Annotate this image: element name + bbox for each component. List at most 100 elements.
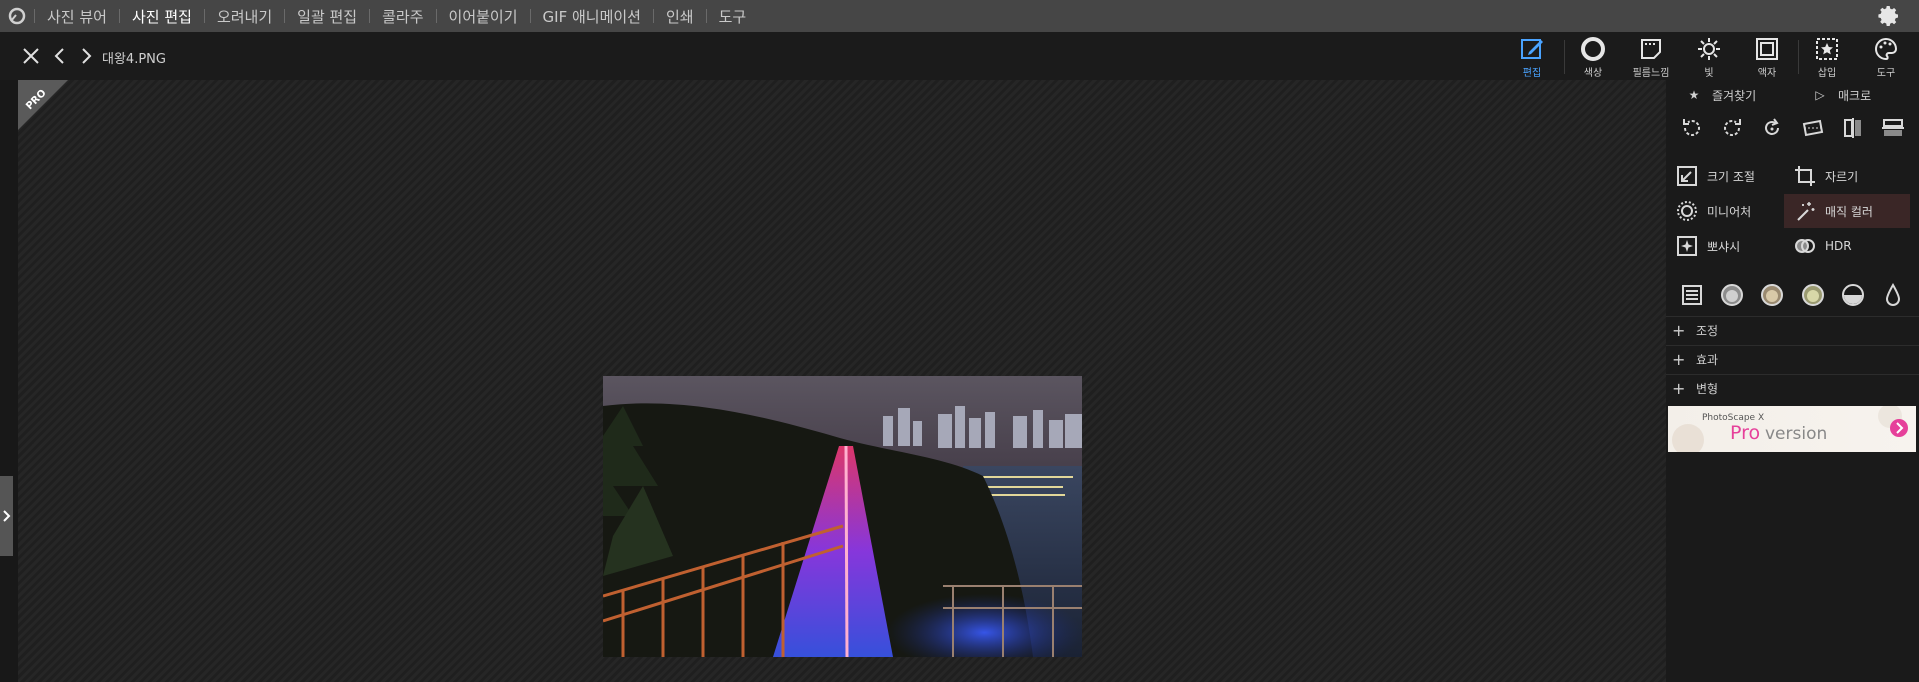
hdr-button[interactable]: HDR <box>1784 229 1904 263</box>
flip-vertical-icon <box>1881 119 1904 136</box>
flip-vertical-button[interactable] <box>1878 113 1908 143</box>
color-circle-icon <box>1581 37 1605 61</box>
edit-pencil-icon <box>1521 39 1543 59</box>
menu-photo-editor[interactable]: 사진 편집 <box>120 6 204 27</box>
favorites-label: 즐겨찾기 <box>1712 88 1757 103</box>
edit-side-panel: ★ 즐겨찾기 ▷ 매크로 크기 조절 자르기 미니어처 매직 컬러 뽀샤시 HD… <box>1666 80 1919 682</box>
miniature-label: 미니어처 <box>1707 204 1752 219</box>
crop-button[interactable]: 자르기 <box>1784 159 1904 193</box>
rotate-right-icon <box>1724 119 1742 137</box>
tab-frame-label: 액자 <box>1757 68 1777 79</box>
left-strip <box>0 80 18 682</box>
rotate-left-icon <box>1683 119 1701 137</box>
filter-sepia-icon <box>1761 284 1784 306</box>
section-effects[interactable]: + 효과 <box>1666 345 1919 373</box>
flip-horizontal-icon <box>1843 118 1861 138</box>
tab-insert-label: 삽입 <box>1817 68 1837 79</box>
top-menu-bar: 사진 뷰어 사진 편집 오려내기 일괄 편집 콜라주 이어붙이기 GIF 애니메… <box>0 0 1919 32</box>
rotate-flip-row <box>1666 113 1919 143</box>
quick-filter-row <box>1666 280 1919 310</box>
crop-label: 자르기 <box>1825 169 1859 184</box>
tab-tools[interactable]: 도구 <box>1857 36 1915 80</box>
crop-icon <box>1795 166 1815 186</box>
editor-toolbar: 대왕4.PNG 편집 색상 필름느낌 빛 액자 삽입 도구 <box>0 32 1919 80</box>
resize-button[interactable]: 크기 조절 <box>1666 159 1786 193</box>
menu-combine[interactable]: 이어붙이기 <box>437 6 530 27</box>
menu-batch-edit[interactable]: 일괄 편집 <box>285 6 369 27</box>
play-icon: ▷ <box>1815 88 1825 102</box>
section-adjust[interactable]: + 조정 <box>1666 316 1919 344</box>
favorites-button[interactable]: ★ 즐겨찾기 <box>1666 82 1792 108</box>
section-transform-label: 변형 <box>1696 382 1719 396</box>
menu-gif-animation[interactable]: GIF 애니메이션 <box>531 6 653 27</box>
tab-color[interactable]: 색상 <box>1564 36 1622 80</box>
filter-3-button[interactable] <box>1798 280 1828 310</box>
ad-version-text: version <box>1765 424 1827 444</box>
plus-icon: + <box>1672 350 1686 369</box>
menu-tools[interactable]: 도구 <box>707 6 759 27</box>
bokeh-label: 뽀샤시 <box>1707 239 1741 254</box>
levels-icon <box>1682 285 1703 305</box>
bokeh-button[interactable]: 뽀샤시 <box>1666 229 1786 263</box>
tab-film[interactable]: 필름느낌 <box>1622 36 1680 80</box>
macro-label: 매크로 <box>1838 88 1872 103</box>
section-adjust-label: 조정 <box>1696 324 1719 338</box>
tab-color-label: 색상 <box>1583 68 1603 79</box>
menu-photo-viewer[interactable]: 사진 뷰어 <box>35 6 119 27</box>
close-icon[interactable] <box>19 44 43 68</box>
edited-photo[interactable] <box>603 376 1082 657</box>
ad-pro-text: Pro <box>1730 422 1760 444</box>
miniature-icon <box>1677 201 1697 221</box>
levels-button[interactable] <box>1677 280 1707 310</box>
light-sun-icon <box>1698 38 1720 60</box>
previous-arrow-icon[interactable] <box>48 44 72 68</box>
magic-color-label: 매직 컬러 <box>1825 204 1873 219</box>
menu-print[interactable]: 인쇄 <box>654 6 706 27</box>
miniature-button[interactable]: 미니어처 <box>1666 194 1786 228</box>
frame-icon <box>1756 38 1778 60</box>
rotate-right-button[interactable] <box>1717 113 1747 143</box>
filter-warm-icon <box>1801 284 1824 306</box>
next-arrow-icon[interactable] <box>74 44 98 68</box>
app-logo-icon[interactable] <box>0 0 34 32</box>
magic-wand-icon <box>1797 202 1815 221</box>
menu-cut-out[interactable]: 오려내기 <box>205 6 284 27</box>
tab-edit[interactable]: 편집 <box>1503 36 1561 80</box>
settings-gear-icon[interactable] <box>1877 4 1901 28</box>
straighten-icon <box>1802 119 1823 137</box>
hdr-label: HDR <box>1825 239 1852 253</box>
tab-tools-label: 도구 <box>1876 68 1896 79</box>
filter-1-button[interactable] <box>1717 280 1747 310</box>
tools-palette-icon <box>1875 37 1898 61</box>
film-icon <box>1641 39 1661 59</box>
straighten-button[interactable] <box>1798 113 1828 143</box>
tab-light-label: 빛 <box>1704 68 1714 79</box>
hdr-icon <box>1795 239 1815 253</box>
pro-badge: PRO <box>18 80 68 130</box>
plus-icon: + <box>1672 379 1686 398</box>
tab-frame[interactable]: 액자 <box>1738 36 1796 80</box>
rotate-free-button[interactable] <box>1757 113 1787 143</box>
pro-version-ad-banner[interactable]: PhotoScape X Pro version <box>1668 406 1916 452</box>
expand-panel-toggle[interactable] <box>0 476 13 556</box>
tab-insert[interactable]: 삽입 <box>1798 36 1856 80</box>
section-effects-label: 효과 <box>1696 353 1719 367</box>
filter-4-button[interactable] <box>1838 280 1868 310</box>
section-transform[interactable]: + 변형 <box>1666 374 1919 402</box>
magic-color-button[interactable]: 매직 컬러 <box>1784 194 1910 228</box>
bokeh-sparkle-icon <box>1677 236 1697 256</box>
rotate-left-button[interactable] <box>1677 113 1707 143</box>
tab-edit-label: 편집 <box>1522 68 1542 79</box>
macro-button[interactable]: ▷ 매크로 <box>1792 82 1918 108</box>
favorites-macro-row: ★ 즐겨찾기 ▷ 매크로 <box>1666 82 1919 108</box>
menu-collage[interactable]: 콜라주 <box>370 6 435 27</box>
rotate-free-icon <box>1765 118 1780 135</box>
file-name: 대왕4.PNG <box>102 52 166 67</box>
insert-star-icon <box>1816 38 1838 60</box>
sharpen-button[interactable] <box>1878 280 1908 310</box>
tab-film-label: 필름느낌 <box>1632 68 1670 79</box>
flip-horizontal-button[interactable] <box>1838 113 1868 143</box>
filter-2-button[interactable] <box>1757 280 1787 310</box>
filter-gray-icon <box>1721 284 1744 306</box>
tab-light[interactable]: 빛 <box>1680 36 1738 80</box>
